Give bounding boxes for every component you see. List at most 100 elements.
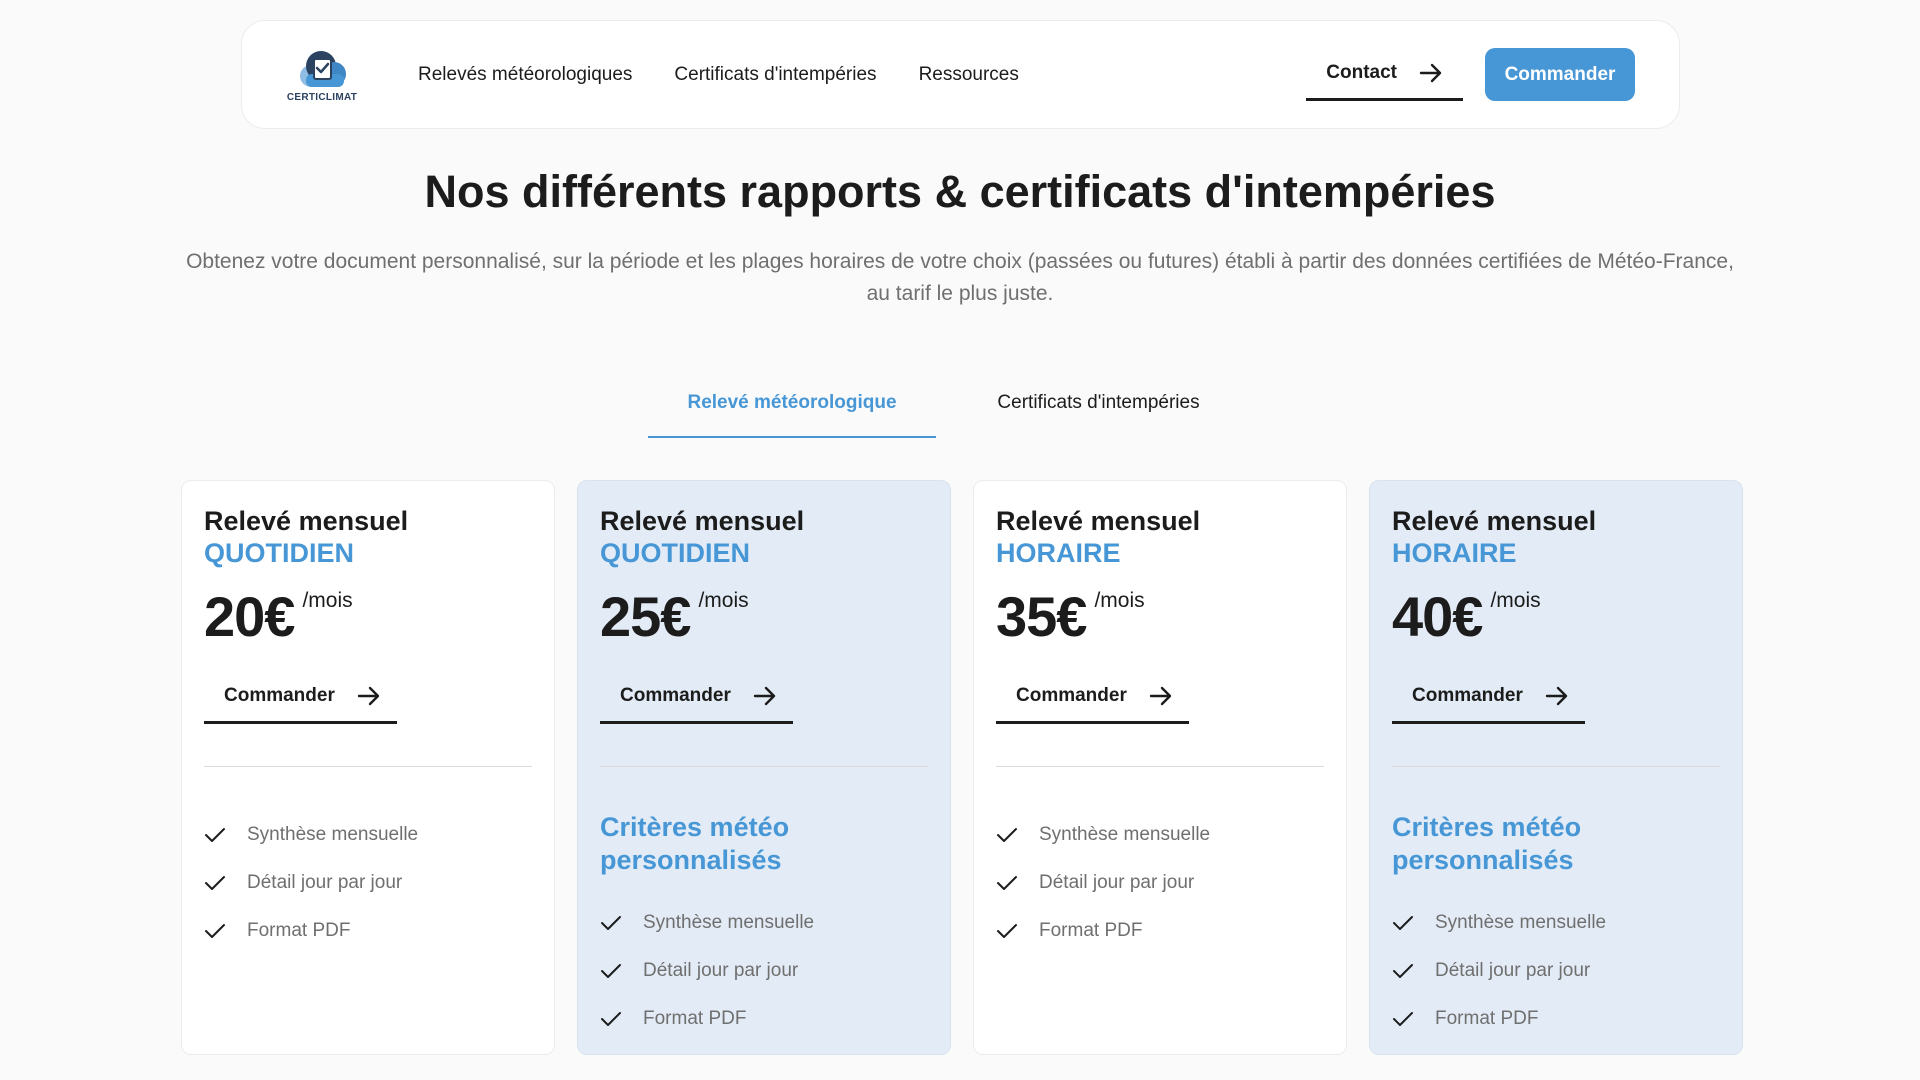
card-title: Relevé mensuel (204, 506, 409, 536)
feature-list: Synthèse mensuelle Détail jour par jour … (204, 811, 532, 955)
order-button[interactable]: Commander (1485, 48, 1635, 101)
feature-item: Détail jour par jour (1392, 947, 1720, 995)
main-nav: Relevés météorologiques Certificats d'in… (418, 64, 1019, 86)
feature-text: Synthèse mensuelle (1435, 912, 1607, 933)
nav-link-certificats[interactable]: Certificats d'intempéries (674, 64, 876, 86)
feature-item: Synthèse mensuelle (1392, 899, 1720, 947)
card-order-label: Commander (224, 685, 335, 706)
pricing-card: Relevé mensuel HORAIRE 40€ /mois Command… (1369, 480, 1743, 1055)
check-icon (601, 916, 621, 930)
check-icon (601, 964, 621, 978)
card-order-button[interactable]: Commander (996, 671, 1189, 724)
card-price: 25€ (600, 585, 691, 648)
feature-text: Détail jour par jour (1039, 872, 1195, 893)
pricing-cards: Relevé mensuel QUOTIDIEN 20€ /mois Comma… (181, 480, 1743, 1055)
card-price: 40€ (1392, 585, 1483, 648)
pricing-card: Relevé mensuel HORAIRE 35€ /mois Command… (973, 480, 1347, 1055)
feature-text: Format PDF (1435, 1008, 1539, 1029)
card-type: HORAIRE (996, 538, 1121, 568)
arrow-right-icon (1149, 686, 1172, 706)
feature-text: Détail jour par jour (1435, 960, 1591, 981)
feature-item: Synthèse mensuelle (996, 811, 1324, 859)
card-divider (1392, 766, 1720, 767)
card-criteria: Critères météo personnalisés (1392, 812, 1582, 875)
check-icon (997, 828, 1017, 842)
page-title: Nos différents rapports & certificats d'… (424, 166, 1496, 217)
feature-text: Synthèse mensuelle (247, 824, 419, 845)
logo-text: CERTICLIMAT (286, 92, 358, 103)
page-subtitle: Obtenez votre document personnalisé, sur… (186, 250, 1734, 305)
header-actions: Contact Commander (1306, 48, 1635, 101)
card-order-label: Commander (1016, 685, 1127, 706)
card-title: Relevé mensuel (1392, 506, 1597, 536)
card-type: HORAIRE (1392, 538, 1517, 568)
card-price: 20€ (204, 585, 295, 648)
feature-text: Synthèse mensuelle (1039, 824, 1211, 845)
tab-certificats-intemperies[interactable]: Certificats d'intempéries (946, 392, 1251, 438)
feature-text: Format PDF (247, 920, 351, 941)
card-type: QUOTIDIEN (204, 538, 355, 568)
card-title: Relevé mensuel (600, 506, 805, 536)
feature-text: Détail jour par jour (643, 960, 799, 981)
price-row: 35€ /mois (996, 585, 1324, 649)
logo[interactable]: CERTICLIMAT (286, 46, 358, 103)
check-icon (1393, 964, 1413, 978)
card-order-button[interactable]: Commander (1392, 671, 1585, 724)
cloud-check-icon (300, 51, 346, 87)
check-icon (1393, 1012, 1413, 1026)
check-icon (1393, 916, 1413, 930)
contact-link[interactable]: Contact (1306, 48, 1463, 101)
card-title: Relevé mensuel (996, 506, 1201, 536)
arrow-right-icon (1545, 686, 1568, 706)
card-order-button[interactable]: Commander (600, 671, 793, 724)
check-icon (205, 828, 225, 842)
feature-item: Synthèse mensuelle (204, 811, 532, 859)
card-order-button[interactable]: Commander (204, 671, 397, 724)
site-header: CERTICLIMAT Relevés météorologiques Cert… (241, 20, 1680, 129)
feature-item: Format PDF (996, 907, 1324, 955)
tab-releve-meteorologique[interactable]: Relevé météorologique (648, 392, 936, 438)
card-order-label: Commander (1412, 685, 1523, 706)
feature-item: Synthèse mensuelle (600, 899, 928, 947)
feature-list: Synthèse mensuelle Détail jour par jour … (1392, 899, 1720, 1043)
card-order-label: Commander (620, 685, 731, 706)
card-divider (204, 766, 532, 767)
feature-text: Format PDF (1039, 920, 1143, 941)
price-row: 20€ /mois (204, 585, 532, 649)
card-period: /mois (1094, 589, 1145, 612)
feature-text: Détail jour par jour (247, 872, 403, 893)
card-divider (996, 766, 1324, 767)
contact-label: Contact (1326, 62, 1397, 83)
card-price: 35€ (996, 585, 1087, 648)
feature-text: Format PDF (643, 1008, 747, 1029)
feature-item: Format PDF (600, 995, 928, 1043)
check-icon (601, 1012, 621, 1026)
nav-link-releves[interactable]: Relevés météorologiques (418, 64, 632, 86)
price-row: 40€ /mois (1392, 585, 1720, 649)
pricing-card: Relevé mensuel QUOTIDIEN 25€ /mois Comma… (577, 480, 951, 1055)
feature-list: Synthèse mensuelle Détail jour par jour … (996, 811, 1324, 955)
check-icon (205, 876, 225, 890)
card-period: /mois (698, 589, 749, 612)
card-period: /mois (1490, 589, 1541, 612)
check-icon (997, 924, 1017, 938)
arrow-right-icon (1419, 63, 1442, 83)
feature-item: Détail jour par jour (600, 947, 928, 995)
pricing-card: Relevé mensuel QUOTIDIEN 20€ /mois Comma… (181, 480, 555, 1055)
feature-item: Détail jour par jour (204, 859, 532, 907)
card-type: QUOTIDIEN (600, 538, 751, 568)
product-tabs: Relevé météorologique Certificats d'inte… (648, 392, 1251, 438)
price-row: 25€ /mois (600, 585, 928, 649)
feature-item: Format PDF (204, 907, 532, 955)
feature-item: Format PDF (1392, 995, 1720, 1043)
feature-list: Synthèse mensuelle Détail jour par jour … (600, 899, 928, 1043)
feature-item: Détail jour par jour (996, 859, 1324, 907)
card-criteria: Critères météo personnalisés (600, 812, 790, 875)
nav-link-ressources[interactable]: Ressources (919, 64, 1019, 86)
feature-text: Synthèse mensuelle (643, 912, 815, 933)
check-icon (997, 876, 1017, 890)
card-divider (600, 766, 928, 767)
arrow-right-icon (357, 686, 380, 706)
arrow-right-icon (753, 686, 776, 706)
check-icon (205, 924, 225, 938)
